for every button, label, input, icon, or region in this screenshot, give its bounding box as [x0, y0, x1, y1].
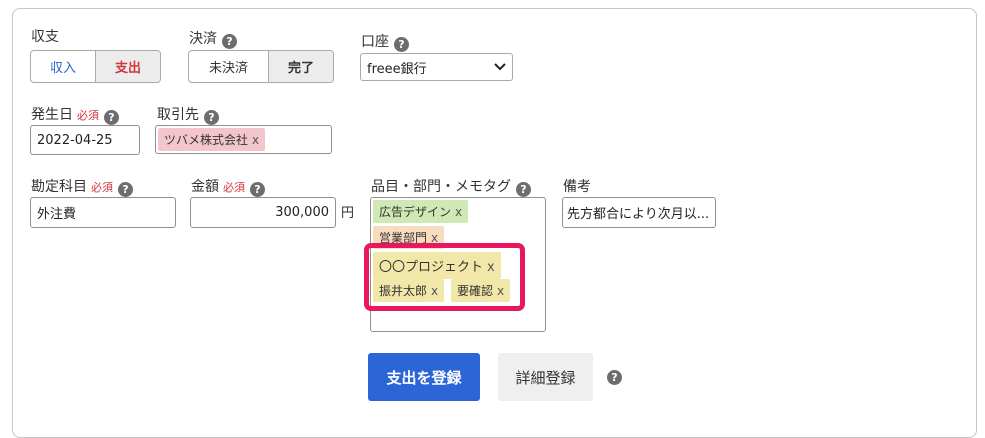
detail-register-button[interactable]: 詳細登録 [498, 353, 593, 401]
help-icon[interactable]: ? [607, 370, 622, 385]
issue-date-input[interactable]: 2022-04-25 [30, 125, 140, 155]
help-icon[interactable]: ? [204, 110, 219, 125]
account-label: 口座 [361, 34, 389, 50]
account-label-wrap: 口座? [361, 33, 409, 52]
completed-option[interactable]: 完了 [268, 51, 333, 82]
amount-label-wrap: 金額 必須? [191, 178, 265, 197]
register-expense-button[interactable]: 支出を登録 [368, 353, 480, 401]
income-option[interactable]: 収入 [31, 51, 95, 82]
help-icon[interactable]: ? [118, 182, 133, 197]
required-badge: 必須 [91, 181, 113, 194]
help-icon[interactable]: ? [104, 110, 119, 125]
help-icon[interactable]: ? [250, 182, 265, 197]
required-badge: 必須 [77, 109, 99, 122]
partner-input[interactable]: ツバメ株式会社 x [155, 125, 332, 154]
remove-icon[interactable]: x [252, 133, 259, 147]
help-icon[interactable]: ? [394, 37, 409, 52]
partner-label: 取引先 [157, 107, 199, 123]
help-icon[interactable]: ? [516, 182, 531, 197]
account-select[interactable]: freee銀行 [360, 53, 513, 81]
issue-date-label-wrap: 発生日 必須? [31, 106, 119, 125]
partner-label-wrap: 取引先? [157, 106, 219, 125]
help-icon[interactable]: ? [222, 34, 237, 49]
chevron-down-icon [494, 63, 506, 71]
income-expense-label: 収支 [31, 29, 59, 45]
tag-item[interactable]: 広告デザイン x [373, 200, 469, 223]
expense-option[interactable]: 支出 [95, 51, 160, 82]
account-item-label: 勘定科目 [31, 179, 87, 195]
account-item-input[interactable]: 外注費 [30, 197, 176, 228]
partner-tag-label: ツバメ株式会社 [164, 133, 249, 147]
partner-tag[interactable]: ツバメ株式会社 x [158, 128, 266, 151]
settlement-label: 決済 [189, 31, 217, 47]
account-item-label-wrap: 勘定科目 必須? [31, 178, 133, 197]
tags-label-wrap: 品目・部門・メモタグ? [371, 178, 531, 197]
account-select-value: freee銀行 [367, 61, 427, 77]
income-expense-toggle: 収入 支出 [30, 50, 161, 83]
tag-label: 広告デザイン [379, 205, 452, 219]
required-badge: 必須 [223, 181, 245, 194]
settlement-toggle: 未決済 完了 [188, 50, 334, 83]
amount-unit: 円 [341, 206, 355, 221]
settlement-label-wrap: 決済? [189, 30, 237, 49]
remarks-label: 備考 [563, 179, 591, 195]
unsettled-option[interactable]: 未決済 [189, 51, 268, 82]
remarks-input[interactable]: 先方都合により次月以... [562, 197, 716, 228]
tags-label: 品目・部門・メモタグ [371, 179, 511, 195]
amount-input[interactable]: 300,000 [190, 197, 336, 228]
highlight-box [364, 243, 525, 311]
remove-icon[interactable]: x [455, 205, 462, 219]
amount-label: 金額 [191, 179, 219, 195]
issue-date-label: 発生日 [31, 107, 73, 123]
